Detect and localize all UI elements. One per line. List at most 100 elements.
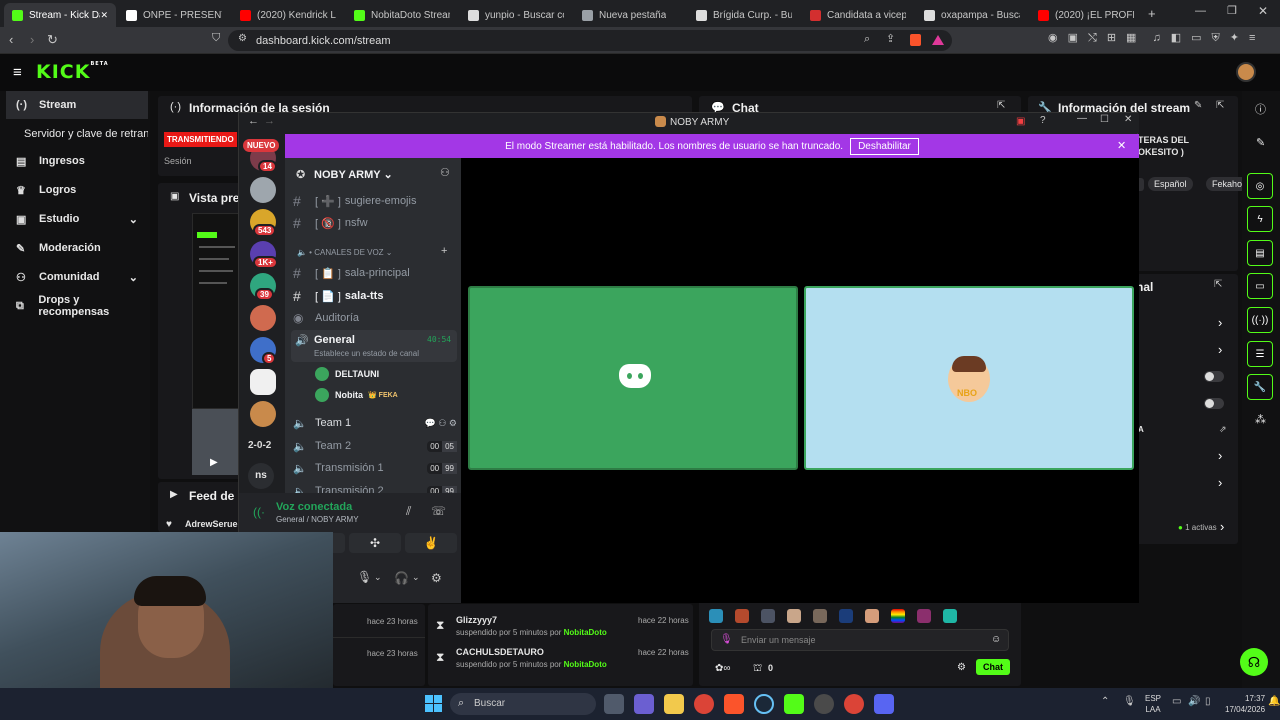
voice-channel-general[interactable]: 🔊 General 40:54 Establece un estado de cana…	[291, 330, 457, 362]
disconnect-icon[interactable]: ☏	[431, 505, 446, 517]
help-button[interactable]: ☊	[1240, 648, 1268, 676]
activities-button[interactable]: ✣	[349, 533, 401, 553]
chat-settings-icon[interactable]: ⚙	[957, 662, 966, 673]
browser-tab[interactable]: ONPE - PRESENTACIÓ	[118, 3, 230, 27]
stream-tag[interactable]: Español	[1148, 177, 1193, 191]
emote-icon[interactable]	[787, 609, 801, 623]
sidebar-item[interactable]: ⚇ Comunidad ⌄	[6, 263, 148, 291]
toggle-switch[interactable]	[1204, 371, 1224, 382]
community-points-icon[interactable]: ✿∞	[715, 663, 731, 674]
emote-icon[interactable]	[865, 609, 879, 623]
browser-tab[interactable]: Nueva pestaña	[574, 3, 686, 27]
brave-icon[interactable]	[724, 694, 744, 714]
sidebar-item[interactable]: (·) Stream	[6, 91, 148, 119]
chevron-right-icon[interactable]: ›	[1218, 449, 1222, 462]
emote-icon[interactable]	[943, 609, 957, 623]
mic-icon[interactable]: 🎙	[720, 634, 733, 645]
extension-icon[interactable]: ◉	[1048, 33, 1058, 44]
rail-target-icon[interactable]: ◎	[1247, 173, 1273, 199]
mic-tray-icon[interactable]: 🎙	[1123, 697, 1136, 707]
volume-icon[interactable]: 🔊	[1188, 697, 1200, 707]
back-icon[interactable]: ←	[248, 116, 259, 127]
info-icon[interactable]: ⓘ	[1255, 101, 1266, 117]
discord-icon[interactable]	[874, 694, 894, 714]
kick-logo[interactable]: KICKBETA	[36, 61, 109, 83]
restore-window-icon[interactable]: ❐	[1227, 6, 1237, 17]
wallet-icon[interactable]: ▭	[1191, 33, 1201, 44]
chevron-up-icon[interactable]: ⌃	[1101, 697, 1109, 707]
chevron-down-icon[interactable]: ⌄	[129, 213, 138, 226]
server-label[interactable]: 2-0-2	[248, 440, 271, 451]
server-icon[interactable]	[250, 305, 276, 331]
file-explorer-icon[interactable]	[664, 694, 684, 714]
maximize-icon[interactable]: ☐	[1100, 115, 1109, 125]
disable-streamer-mode-button[interactable]: Deshabilitar	[850, 137, 919, 155]
rail-chat-icon[interactable]: ▭	[1247, 273, 1273, 299]
microphone-icon[interactable]: 🎙	[357, 571, 372, 583]
video-tile[interactable]: NBO	[804, 286, 1134, 470]
clock[interactable]: 17:37 17/04/2026	[1225, 693, 1265, 715]
server-name[interactable]: NOBY ARMY ⌄	[314, 168, 393, 181]
server-icon[interactable]: 5	[250, 337, 277, 365]
browser-tab[interactable]: NobitaDoto Stream - V	[346, 3, 458, 27]
language-indicator[interactable]: ESP LAA	[1145, 693, 1161, 715]
stage-channel[interactable]: ◉ Auditoría	[293, 307, 457, 329]
rail-list-icon[interactable]: ▤	[1247, 240, 1273, 266]
server-icon[interactable]: 39	[250, 273, 276, 301]
teams-icon[interactable]	[634, 694, 654, 714]
forward-icon[interactable]: ›	[30, 33, 34, 46]
external-link-icon[interactable]: ⇗	[1219, 425, 1227, 434]
extension-icon[interactable]: ▣	[1068, 33, 1078, 44]
store-icon[interactable]: ⛫	[753, 663, 762, 676]
back-icon[interactable]: ‹	[9, 33, 13, 46]
reload-icon[interactable]: ↻	[47, 33, 58, 46]
new-tab-button[interactable]: +	[1148, 7, 1156, 20]
sidebar-item[interactable]: ▣ Estudio ⌄	[6, 205, 148, 233]
chat-input[interactable]: 🎙 Enviar un mensaje ☺	[711, 629, 1009, 651]
add-channel-icon[interactable]: +	[441, 246, 447, 257]
brave-shield-icon[interactable]	[910, 34, 921, 46]
emote-icon[interactable]	[839, 609, 853, 623]
menu-icon[interactable]: ≡	[1249, 33, 1255, 44]
site-info-icon[interactable]: ⚙	[238, 34, 247, 44]
play-icon[interactable]: ▶	[210, 457, 218, 468]
sidebar-item[interactable]: Servidor y clave de retransmisión	[6, 120, 148, 148]
task-view-icon[interactable]	[604, 694, 624, 714]
pride-emote-icon[interactable]	[891, 609, 905, 623]
emote-icon[interactable]	[735, 609, 749, 623]
chevron-right-icon[interactable]: ›	[1220, 520, 1224, 533]
toggle-switch[interactable]	[1204, 398, 1224, 409]
user-settings-icon[interactable]: ⚙	[431, 572, 442, 584]
popout-icon[interactable]: ⇱	[997, 101, 1005, 111]
server-icon[interactable]: 543	[250, 209, 277, 237]
voice-channel[interactable]: 🔈 Transmisión 1 00 99	[293, 457, 457, 479]
text-channel[interactable]: #[ 📋 ] sala-principal	[293, 262, 457, 284]
chevron-right-icon[interactable]: ›	[1218, 343, 1222, 356]
network-icon[interactable]: ▭	[1172, 697, 1181, 707]
chevron-down-icon[interactable]: ⌄	[129, 271, 138, 284]
chevron-down-icon[interactable]: ⌄	[412, 573, 420, 582]
headphones-icon[interactable]: 🎧	[394, 572, 409, 584]
text-channel[interactable]: #[ 📄 ] sala-tts	[293, 285, 457, 307]
rail-wrench-icon[interactable]: 🔧	[1247, 374, 1273, 400]
server-icon[interactable]: ns	[248, 463, 274, 489]
start-button[interactable]	[425, 695, 442, 712]
rail-bolt-icon[interactable]: ϟ	[1247, 206, 1273, 232]
user-avatar[interactable]	[1236, 62, 1256, 82]
share-icon[interactable]: ⇪	[886, 34, 895, 45]
close-icon[interactable]: ✕	[1124, 115, 1132, 125]
emote-icon[interactable]	[917, 609, 931, 623]
emote-icon[interactable]	[709, 609, 723, 623]
voice-channel[interactable]: 🔈 Team 2 00 05	[293, 435, 457, 457]
sidebar-item[interactable]: ⧉ Drops y recompensas	[6, 292, 148, 320]
zoom-search-icon[interactable]: ⌕	[864, 34, 870, 45]
edit-icon[interactable]: ✎	[1194, 101, 1202, 111]
minimize-icon[interactable]: —	[1077, 114, 1087, 124]
help-icon[interactable]: ?	[1040, 116, 1046, 126]
forward-icon[interactable]: →	[264, 116, 275, 127]
chrome-icon[interactable]	[694, 694, 714, 714]
chat-send-button[interactable]: Chat	[976, 659, 1010, 675]
extension-icon[interactable]: ⊞	[1107, 33, 1116, 44]
notifications-icon[interactable]: 🔔	[1268, 697, 1280, 707]
inbox-icon[interactable]: ▣	[1016, 116, 1025, 127]
